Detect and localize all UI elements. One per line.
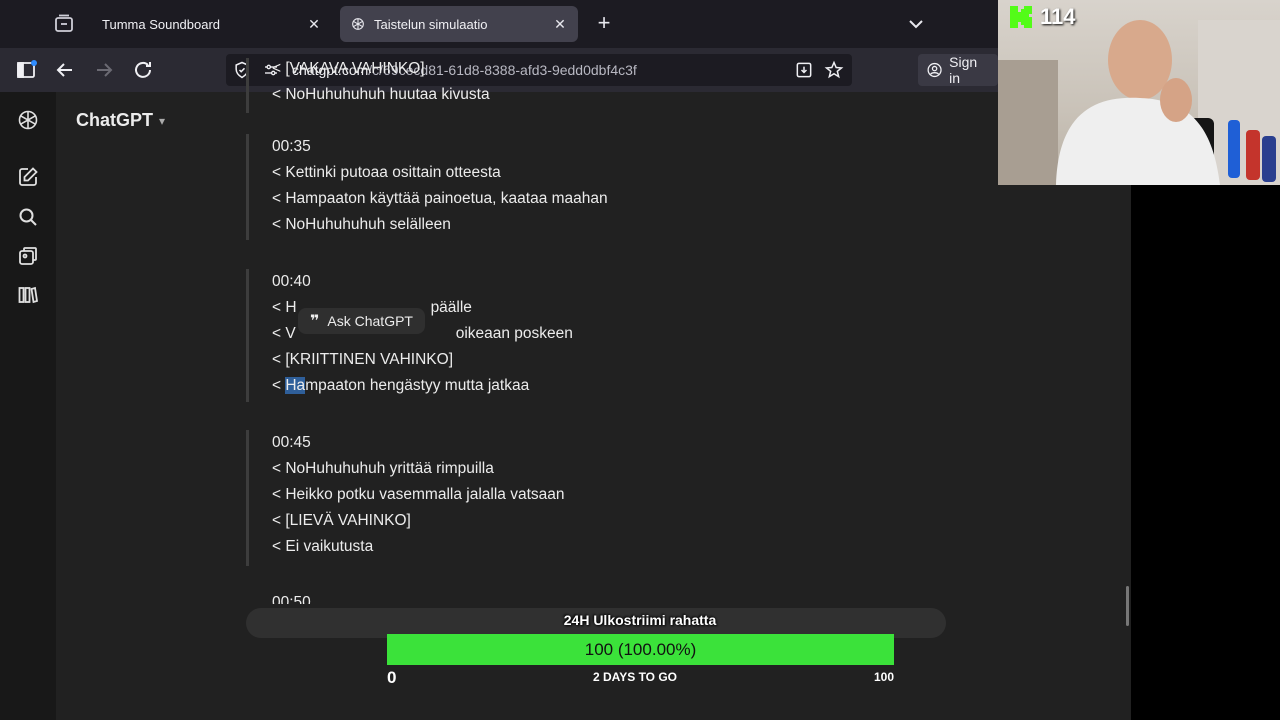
tab-bar: Tumma Soundboard ✕ Taistelun simulaatio … [0,0,998,48]
forward-icon[interactable] [92,58,116,82]
transcript-line: < NoHuhuhuhuh selälleen [272,216,451,233]
scrollbar-thumb[interactable] [1126,586,1129,626]
stream-background [1131,185,1280,720]
timestamp: 00:35 [272,138,311,155]
chatgpt-favicon-icon [352,18,364,30]
bookmark-star-icon[interactable] [824,60,844,80]
ask-chatgpt-button[interactable]: ❞ Ask ChatGPT [298,308,425,334]
chevron-down-icon: ▾ [159,113,166,128]
sign-in-button[interactable]: Sign in [918,54,998,86]
transcript-block: 00:35 < Kettinki putoaa osittain otteest… [246,134,946,240]
transcript-line: < [LIEVÄ VAHINKO] [272,512,411,529]
goal-progress-bar: 100 (100.00%) [387,634,894,665]
timestamp: 00:45 [272,434,311,451]
transcript-line: < Ei vaikutusta [272,538,374,555]
kick-logo-icon [1010,6,1032,28]
ask-chatgpt-label: Ask ChatGPT [327,313,413,329]
chatgpt-logo-icon[interactable] [16,108,40,132]
goal-title: 24H Ulkostriimi rahatta [563,612,717,628]
transcript-block: 00:40 < Hpäälle < Voikeaan poskeen < [KR… [246,269,946,402]
chevron-down-icon[interactable] [904,12,928,36]
icon-rail [0,92,56,720]
reload-icon[interactable] [131,58,155,82]
transcript-line: < Heikko potku vasemmalla jalalla vatsaa… [272,486,565,503]
timestamp: 00:50 [272,594,311,604]
back-icon[interactable] [53,58,77,82]
sidebar-icon[interactable] [14,58,38,82]
transcript-line: < NoHuhuhuhuh yrittää rimpuilla [272,460,494,477]
navigation-bar: chatgpt.com/c/69cecd81-61d8-8388-afd3-9e… [0,48,998,92]
transcript-line: < [KRIITTINEN VAHINKO] [272,351,454,368]
transcript-block: 00:45 < NoHuhuhuhuh yrittää rimpuilla < … [246,430,946,566]
close-tab-icon[interactable]: ✕ [306,16,322,32]
transcript-line: < Hampaaton hengästyy mutta jatkaa [272,377,530,394]
timestamp: 00:40 [272,273,311,290]
goal-min: 0 [387,668,397,687]
text-selection: Ha [285,377,306,394]
search-icon[interactable] [16,205,40,229]
library-icon[interactable] [16,283,40,307]
goal-max: 100 [873,670,894,684]
model-selector[interactable]: ChatGPT ▾ [76,110,165,131]
tab-title: Taistelun simulaatio [374,16,488,32]
transcript-line: < [VAKAVA VAHINKO] [272,60,425,77]
new-tab-icon[interactable]: + [592,12,616,36]
viewer-count: 114 [1040,4,1076,29]
images-icon[interactable] [16,244,40,268]
new-chat-icon[interactable] [16,165,40,189]
goal-days-remaining: 2 DAYS TO GO [592,670,678,684]
webcam-overlay: 114 [998,0,1280,185]
sign-in-label: Sign in [949,54,978,86]
goal-value: 100 (100.00%) [584,640,697,659]
install-app-icon[interactable] [794,60,814,80]
tab-taistelun-simulaatio[interactable]: Taistelun simulaatio ✕ [340,6,578,42]
viewer-badge: 114 [1010,4,1076,30]
transcript-line: < NoHuhuhuhuh huutaa kivusta [272,86,490,103]
transcript-line: < Kettinki putoaa osittain otteesta [272,164,501,181]
close-tab-icon[interactable]: ✕ [552,16,568,32]
transcript-line: < Hampaaton käyttää painoetua, kaataa ma… [272,190,608,207]
model-name: ChatGPT [76,110,154,130]
tab-tumma-soundboard[interactable]: Tumma Soundboard ✕ [92,6,332,42]
tab-overview-icon[interactable] [52,12,76,36]
quote-icon: ❞ [310,313,320,330]
account-icon [927,62,942,78]
tab-title: Tumma Soundboard [102,16,221,32]
transcript-block: < [VAKAVA VAHINKO] < NoHuhuhuhuh huutaa … [246,58,490,113]
